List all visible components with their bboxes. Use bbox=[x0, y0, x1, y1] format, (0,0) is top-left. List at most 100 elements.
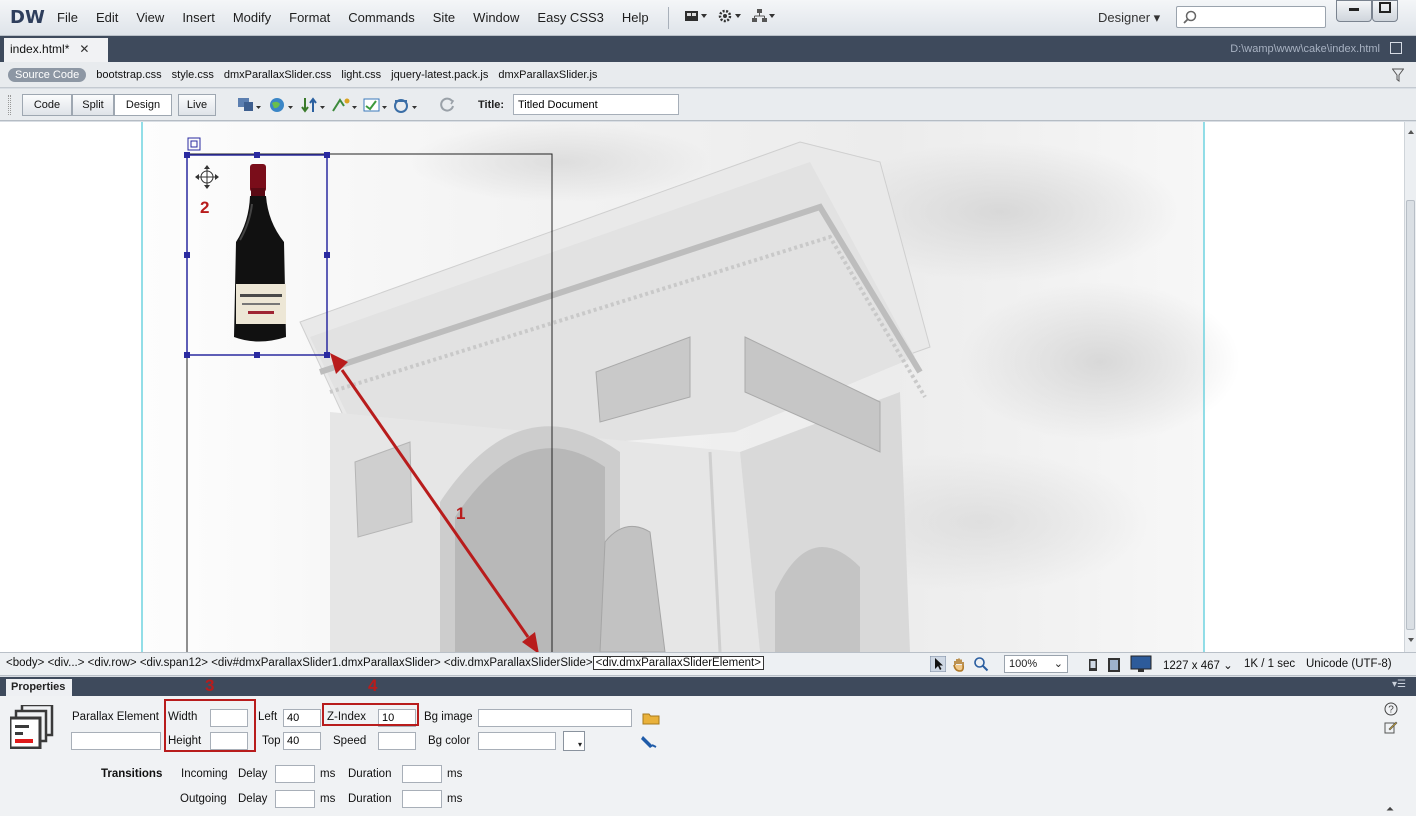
annotation-number-4: 4 bbox=[368, 676, 378, 695]
chevron-down-icon: ⌄ bbox=[1053, 658, 1063, 670]
code-view-button[interactable]: Code bbox=[22, 94, 72, 116]
related-file-light-css[interactable]: light.css bbox=[341, 69, 381, 81]
menu-window[interactable]: Window bbox=[464, 10, 528, 25]
expand-panel-icon[interactable]: ⏶ bbox=[1386, 804, 1394, 815]
scroll-down-icon[interactable] bbox=[1406, 636, 1416, 644]
document-title-input[interactable] bbox=[513, 94, 679, 115]
preview-browser-icon[interactable] bbox=[268, 97, 294, 113]
browse-folder-icon[interactable] bbox=[642, 711, 660, 725]
menu-help[interactable]: Help bbox=[613, 10, 658, 25]
zoom-level-select[interactable]: 100% ⌄ bbox=[1004, 655, 1068, 673]
workspace-switcher[interactable]: Designer ▾ bbox=[1098, 10, 1160, 26]
refresh-icon[interactable] bbox=[440, 97, 456, 113]
eyedropper-icon[interactable] bbox=[640, 733, 658, 749]
tag-path[interactable]: <body> <div...> <div.row> <div.span12> <… bbox=[6, 657, 593, 669]
maximize-icon bbox=[1379, 2, 1391, 13]
incoming-duration-input[interactable] bbox=[402, 765, 442, 783]
menu-edit[interactable]: Edit bbox=[87, 10, 127, 25]
scrollbar-thumb[interactable] bbox=[1406, 200, 1415, 630]
annotation-number-2: 2 bbox=[200, 198, 210, 217]
tag-selector[interactable]: <body> <div...> <div.row> <div.span12> <… bbox=[6, 656, 764, 670]
window-size[interactable]: 1227 x 467 ⌄ bbox=[1163, 658, 1233, 672]
w3c-validation-icon[interactable] bbox=[332, 97, 358, 113]
menu-insert[interactable]: Insert bbox=[173, 10, 224, 25]
zoom-level-value: 100% bbox=[1009, 658, 1038, 670]
related-file-jquery-js[interactable]: jquery-latest.pack.js bbox=[391, 69, 488, 81]
incoming-delay-label: Delay bbox=[238, 768, 268, 780]
related-file-dmxparallaxslider-css[interactable]: dmxParallaxSlider.css bbox=[224, 69, 332, 81]
annotation-box-size bbox=[164, 699, 256, 752]
annotation-number-1: 1 bbox=[456, 504, 466, 523]
desktop-size-icon[interactable] bbox=[1130, 655, 1152, 673]
zoom-tool-icon[interactable] bbox=[973, 656, 989, 672]
panel-options-icon[interactable]: ▾☰ bbox=[1392, 679, 1406, 690]
outgoing-duration-unit: ms bbox=[447, 793, 463, 805]
design-canvas[interactable]: 1 2 bbox=[0, 122, 1404, 652]
layout-dropdown-icon[interactable] bbox=[679, 9, 713, 26]
minimize-button[interactable] bbox=[1336, 0, 1372, 22]
element-type-label: Parallax Element bbox=[72, 711, 159, 723]
download-time: 1K / 1 sec bbox=[1244, 658, 1296, 670]
edit-rule-icon[interactable] bbox=[1384, 720, 1398, 734]
parallax-background-image bbox=[141, 122, 1240, 652]
menu-view[interactable]: View bbox=[127, 10, 173, 25]
live-view-button[interactable]: Live bbox=[178, 94, 216, 116]
help-search-input[interactable] bbox=[1176, 6, 1326, 28]
related-file-bootstrap-css[interactable]: bootstrap.css bbox=[96, 69, 161, 81]
outgoing-duration-label: Duration bbox=[348, 793, 392, 805]
menu-site[interactable]: Site bbox=[424, 10, 464, 25]
top-label: Top bbox=[262, 735, 281, 747]
menu-file[interactable]: File bbox=[48, 10, 87, 25]
minimize-icon bbox=[1349, 8, 1359, 11]
maximize-button[interactable] bbox=[1372, 0, 1398, 22]
outgoing-delay-label: Delay bbox=[238, 793, 268, 805]
incoming-delay-input[interactable] bbox=[275, 765, 315, 783]
encoding-label: Unicode (UTF-8) bbox=[1306, 658, 1392, 670]
filter-icon[interactable] bbox=[1392, 68, 1404, 82]
menu-modify[interactable]: Modify bbox=[224, 10, 280, 25]
vertical-scrollbar[interactable] bbox=[1404, 122, 1416, 652]
file-management-icon[interactable] bbox=[300, 97, 326, 113]
document-toolbar: Code Split Design Live Title: bbox=[0, 89, 1416, 121]
site-dropdown-icon[interactable] bbox=[747, 9, 781, 26]
left-label: Left bbox=[258, 711, 278, 723]
menu-separator bbox=[667, 6, 669, 29]
speed-input[interactable] bbox=[378, 732, 416, 750]
left-input[interactable] bbox=[283, 709, 321, 727]
restore-window-icon[interactable] bbox=[1390, 42, 1402, 54]
menu-format[interactable]: Format bbox=[280, 10, 339, 25]
visual-aids-icon[interactable] bbox=[392, 97, 418, 113]
top-input[interactable] bbox=[283, 732, 321, 750]
check-page-icon[interactable] bbox=[362, 97, 388, 113]
help-icon[interactable]: ? bbox=[1384, 702, 1398, 716]
mobile-size-icon[interactable] bbox=[1086, 658, 1100, 672]
properties-panel: Parallax Element Width Height 3 Left Top… bbox=[0, 676, 1416, 816]
split-view-button[interactable]: Split bbox=[72, 94, 114, 116]
close-tab-icon[interactable]: ✕ bbox=[79, 42, 89, 56]
current-tag[interactable]: <div.dmxParallaxSliderElement> bbox=[592, 656, 764, 670]
extensions-dropdown-icon[interactable] bbox=[713, 9, 747, 26]
properties-tab[interactable]: Properties bbox=[6, 679, 72, 696]
chevron-down-icon: ▾ bbox=[577, 740, 582, 749]
document-tab-bar: index.html* ✕ D:\wamp\www\cake\index.html bbox=[0, 36, 1416, 62]
scroll-up-icon[interactable] bbox=[1406, 128, 1416, 136]
tablet-size-icon[interactable] bbox=[1106, 657, 1122, 673]
element-id-input[interactable] bbox=[71, 732, 161, 750]
menu-easy-css3[interactable]: Easy CSS3 bbox=[528, 10, 612, 25]
multiscreen-icon[interactable] bbox=[236, 97, 262, 113]
bg-image-label: Bg image bbox=[424, 711, 473, 723]
document-tab[interactable]: index.html* ✕ bbox=[4, 38, 108, 62]
bg-image-input[interactable] bbox=[478, 709, 632, 727]
related-file-style-css[interactable]: style.css bbox=[172, 69, 214, 81]
design-view-button[interactable]: Design bbox=[114, 94, 172, 116]
source-code-button[interactable]: Source Code bbox=[8, 67, 87, 82]
color-picker-button[interactable]: ▾ bbox=[563, 731, 585, 751]
window-size-value: 1227 x 467 bbox=[1163, 660, 1220, 672]
outgoing-delay-input[interactable] bbox=[275, 790, 315, 808]
related-file-dmxparallaxslider-js[interactable]: dmxParallaxSlider.js bbox=[498, 69, 597, 81]
bg-color-input[interactable] bbox=[478, 732, 556, 750]
menu-commands[interactable]: Commands bbox=[339, 10, 423, 25]
pointer-tool-icon[interactable] bbox=[930, 656, 946, 672]
outgoing-duration-input[interactable] bbox=[402, 790, 442, 808]
hand-tool-icon[interactable] bbox=[951, 656, 967, 672]
